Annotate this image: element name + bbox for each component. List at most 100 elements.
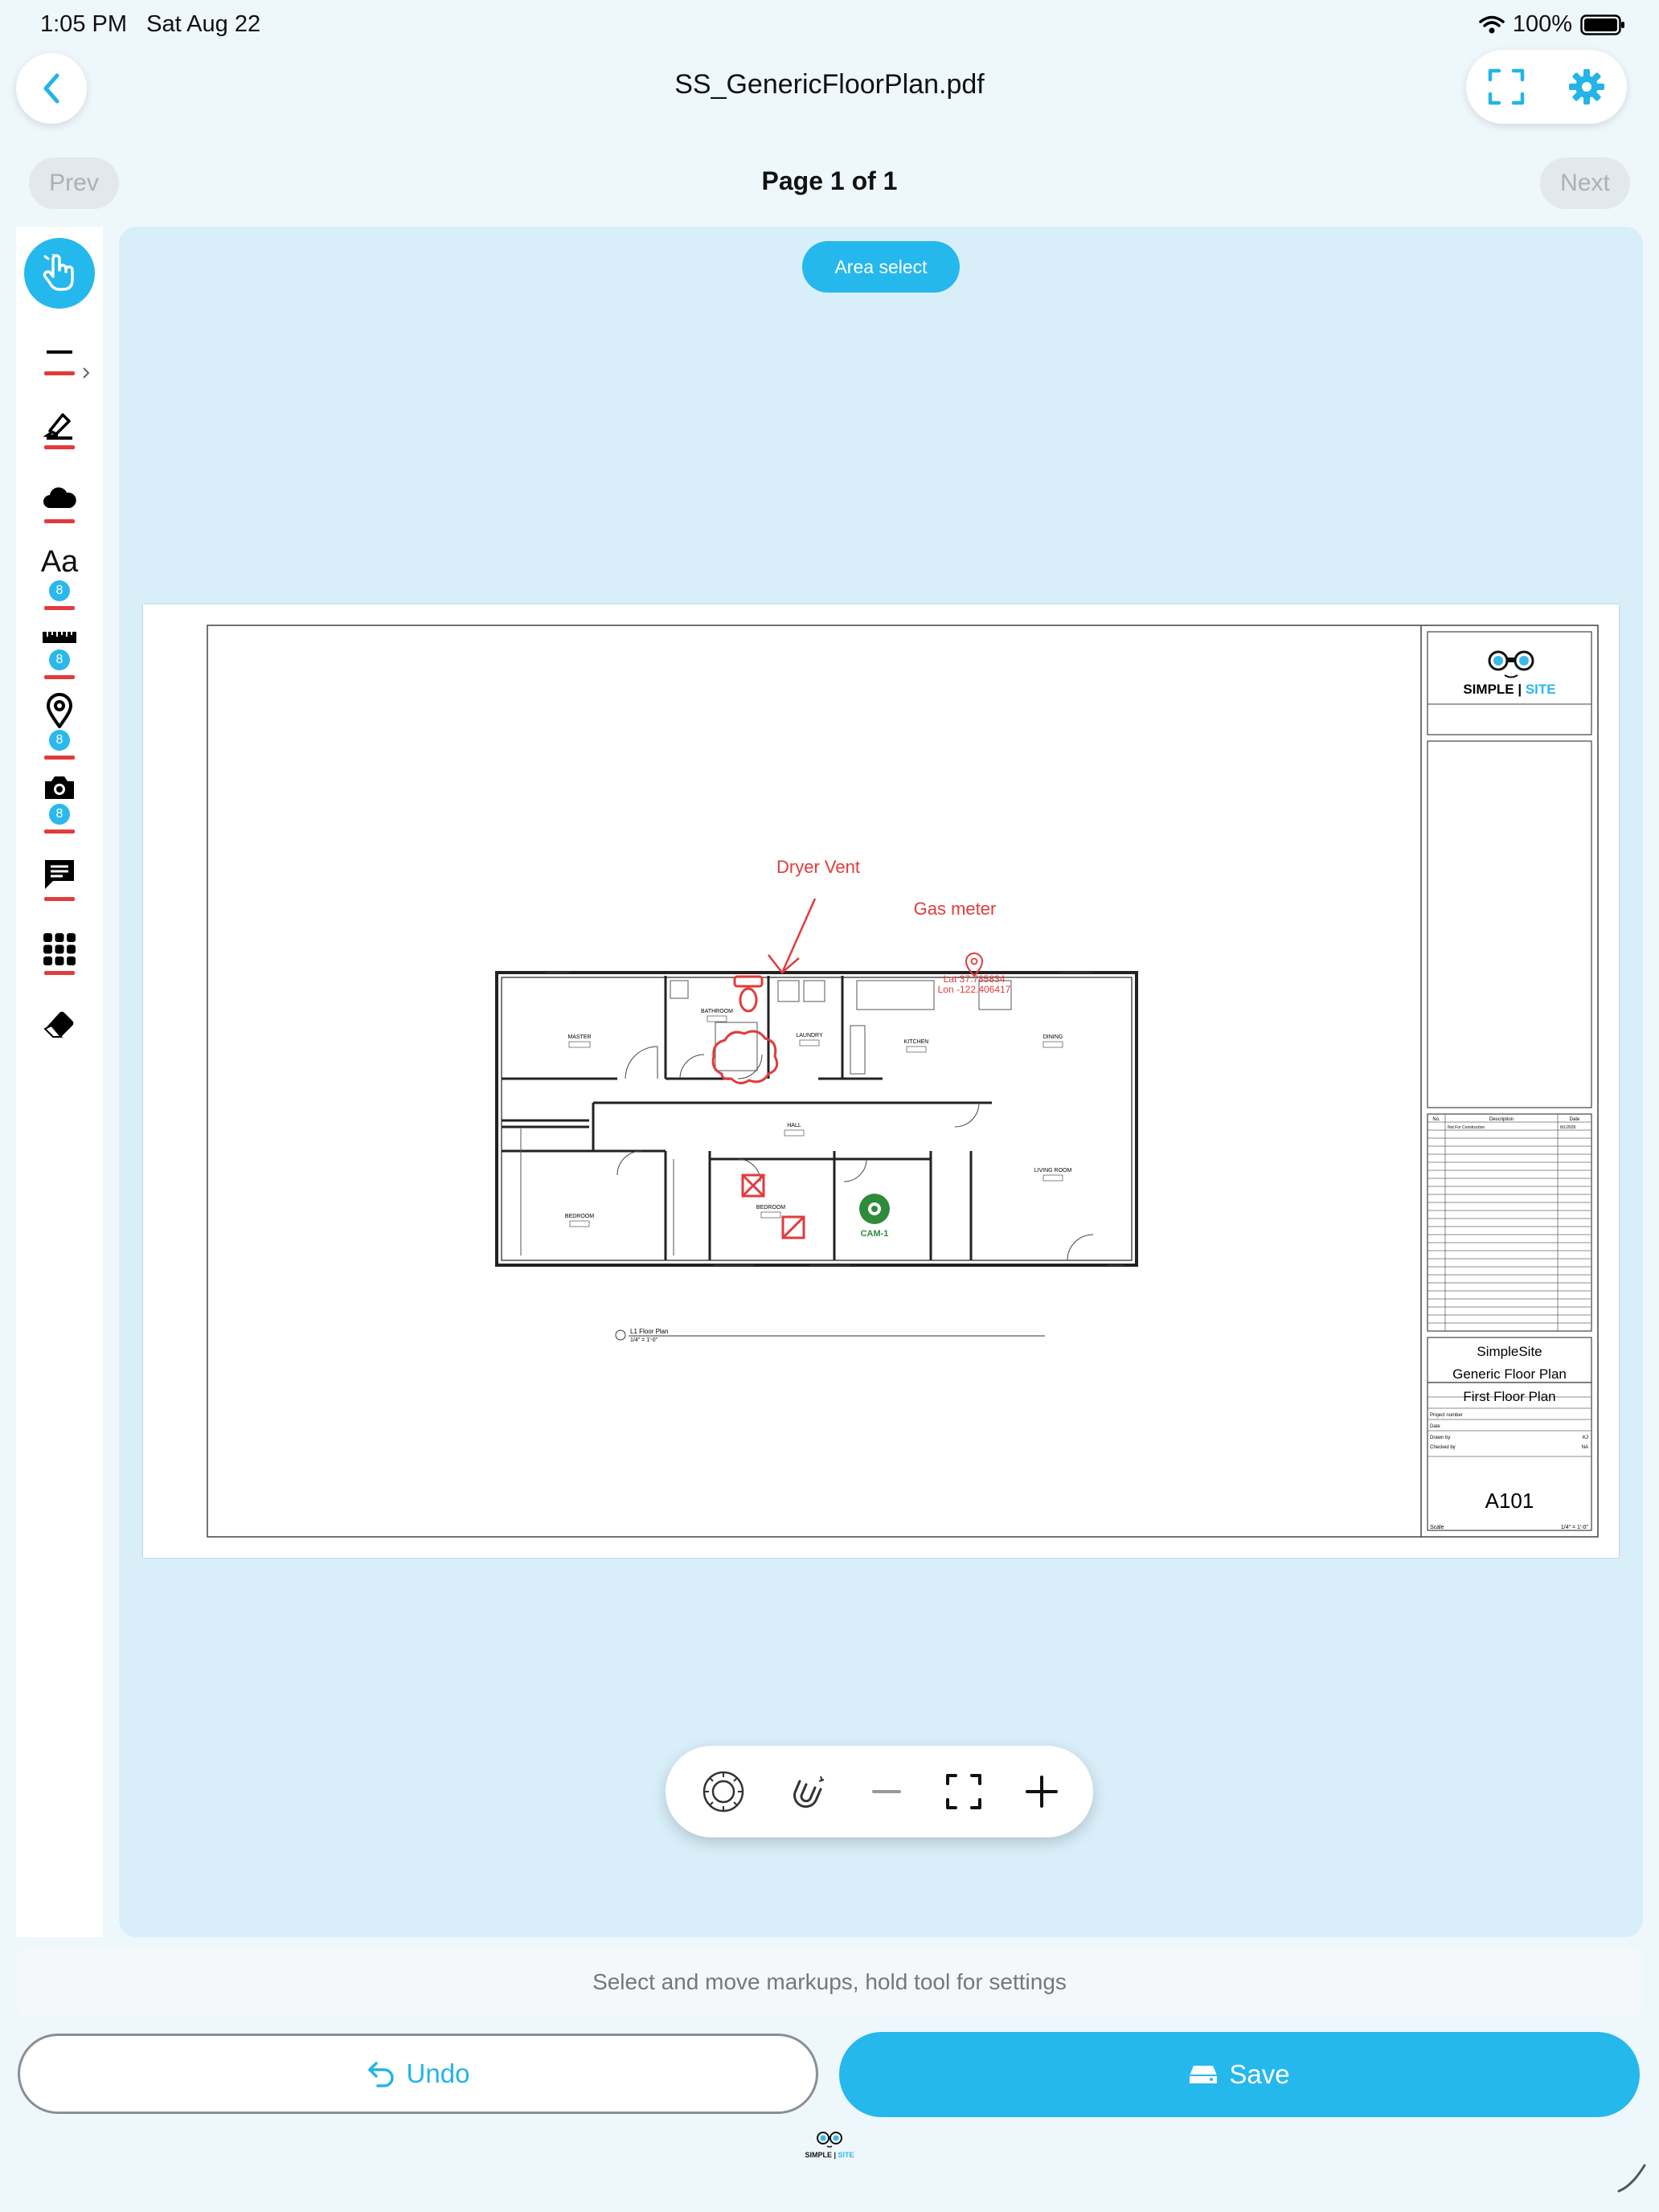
fit-screen-icon[interactable] (944, 1772, 983, 1811)
cloud-color-indicator (44, 519, 75, 523)
sheet-number: A101 (1485, 1489, 1534, 1513)
gas-meter-lat: Lat 37.785834 (944, 973, 1006, 985)
rev-date-header: Date (1570, 1117, 1580, 1122)
symbols-tool[interactable] (16, 932, 103, 975)
area-select-button[interactable]: Area select (802, 241, 960, 293)
markup-camera[interactable]: CAM-1 (859, 1194, 890, 1239)
rev-row-desc: Not For Construction (1448, 1125, 1485, 1130)
measure-tool[interactable]: 8 (16, 627, 103, 679)
checked-by-value: NA (1582, 1445, 1588, 1450)
rev-row-date: 8/1/2026 (1560, 1125, 1576, 1130)
sheet-title: First Floor Plan (1463, 1389, 1555, 1404)
page-indicator: Page 1 of 1 (761, 166, 898, 195)
room-label-kitchen: KITCHEN (904, 1039, 929, 1045)
project-number-label: Project number (1430, 1413, 1463, 1418)
highlighter-tool[interactable] (16, 408, 103, 449)
select-tool[interactable] (16, 238, 103, 309)
footer-logo-site: SITE (838, 2151, 854, 2159)
cloud-icon (43, 487, 76, 508)
svg-text:SIMPLE | SITE: SIMPLE | SITE (1463, 682, 1555, 697)
drawn-by-value: KJ (1583, 1436, 1588, 1440)
room-label-laundry: LAUNDRY (796, 1033, 823, 1038)
scribble-indicator-icon (1617, 2164, 1646, 2193)
status-time: 1:05 PM Sat Aug 22 (40, 11, 260, 38)
date-text: Sat Aug 22 (146, 11, 261, 37)
zoom-in-icon[interactable] (1024, 1774, 1059, 1809)
magnet-icon[interactable] (789, 1772, 829, 1812)
room-label-bedroom: BEDROOM (565, 1214, 594, 1219)
grid-icon (43, 933, 76, 965)
save-label: Save (1229, 2059, 1290, 2089)
fullscreen-icon[interactable] (1488, 68, 1525, 105)
cloud-tool[interactable] (16, 482, 103, 523)
status-indicators: 100% (1479, 11, 1625, 38)
binoculars-logo-icon (817, 2132, 842, 2148)
chevron-right-icon (83, 367, 90, 379)
markup-toilet-symbol[interactable] (733, 975, 764, 1013)
gear-icon[interactable] (1567, 68, 1606, 106)
comment-icon (45, 860, 74, 889)
logo-site-text: SITE (1526, 682, 1556, 697)
rev-no-header: No. (1432, 1117, 1440, 1122)
time-text: 1:05 PM (40, 11, 127, 37)
zoom-controls (666, 1746, 1093, 1837)
text-tool[interactable]: Aa 8 (16, 545, 103, 610)
highlighter-color-indicator (44, 445, 75, 449)
comment-color-indicator (44, 897, 75, 901)
line-color-indicator (44, 371, 75, 375)
camera-label: CAM-1 (861, 1229, 889, 1239)
gas-meter-lon: Lon -122.406417 (938, 984, 1011, 995)
plan-caption-scale: 1/4" = 1'-0" (630, 1337, 658, 1343)
ruler-icon (43, 632, 76, 643)
pdf-page[interactable]: SIMPLE | SITE No. Description Date Not F… (143, 604, 1619, 1558)
rev-desc-header: Description (1489, 1117, 1514, 1122)
plan-caption-title: L1 Floor Plan (630, 1328, 669, 1335)
simplesite-logo (1488, 650, 1534, 678)
gas-meter-label: Gas meter (914, 899, 997, 919)
zoom-out-icon[interactable] (870, 1776, 903, 1808)
room-label-bathroom: BATHROOM (701, 1009, 733, 1014)
date-label: Date (1430, 1424, 1440, 1429)
dryer-vent-label: Dryer Vent (776, 857, 860, 877)
markup-dryer-vent[interactable]: Dryer Vent (768, 857, 860, 974)
scale-value: 1/4" = 1'-0" (1561, 1525, 1589, 1530)
room-label-dining: DINING (1043, 1034, 1063, 1040)
footer-logo: SIMPLE | SITE (789, 2130, 870, 2159)
room-label-hall: HALL (787, 1123, 801, 1129)
eraser-icon (43, 1011, 74, 1038)
comment-tool[interactable] (16, 857, 103, 901)
text-tool-badge: 8 (49, 580, 70, 601)
camera-color-indicator (44, 830, 75, 834)
footer-logo-simple: SIMPLE (805, 2151, 832, 2159)
logo-separator: | (1514, 682, 1526, 697)
map-pin-icon (46, 693, 73, 728)
camera-tool[interactable]: 8 (16, 773, 103, 834)
document-canvas[interactable]: Area select SIMPLE | SITE No. Descriptio… (119, 227, 1643, 1937)
document-title: SS_GenericFloorPlan.pdf (674, 69, 985, 100)
location-pin-tool[interactable]: 8 (16, 693, 103, 760)
camera-tool-badge: 8 (49, 804, 70, 825)
header-actions (1466, 50, 1627, 124)
logo-simple-text: SIMPLE (1463, 682, 1514, 697)
markup-box-x-1[interactable] (741, 1174, 765, 1198)
measure-color-indicator (44, 675, 75, 679)
markup-box-x-2[interactable] (781, 1215, 805, 1239)
eraser-tool[interactable] (16, 1008, 103, 1040)
scale-label: Scale (1430, 1525, 1444, 1530)
highlighter-icon (43, 413, 72, 440)
settings-dial-icon[interactable] (699, 1768, 748, 1816)
room-label-living-room: LIVING ROOM (1034, 1168, 1072, 1174)
project-name: SimpleSite (1477, 1344, 1542, 1359)
save-button[interactable]: Save (839, 2032, 1640, 2117)
footer-logo-separator: | (831, 2151, 838, 2159)
hand-pointer-icon (43, 254, 74, 291)
hint-text: Select and move markups, hold tool for s… (592, 1969, 1067, 1994)
text-color-indicator (44, 606, 75, 610)
text-tool-label: Aa (40, 545, 79, 579)
pin-tool-badge: 8 (49, 730, 70, 751)
next-page-button[interactable]: Next (1540, 158, 1630, 209)
room-label-master: MASTER (567, 1034, 591, 1040)
undo-button[interactable]: Undo (18, 2034, 818, 2114)
drive-icon (1190, 2066, 1218, 2083)
markup-toolbar: Aa 8 8 8 8 (16, 227, 103, 1937)
